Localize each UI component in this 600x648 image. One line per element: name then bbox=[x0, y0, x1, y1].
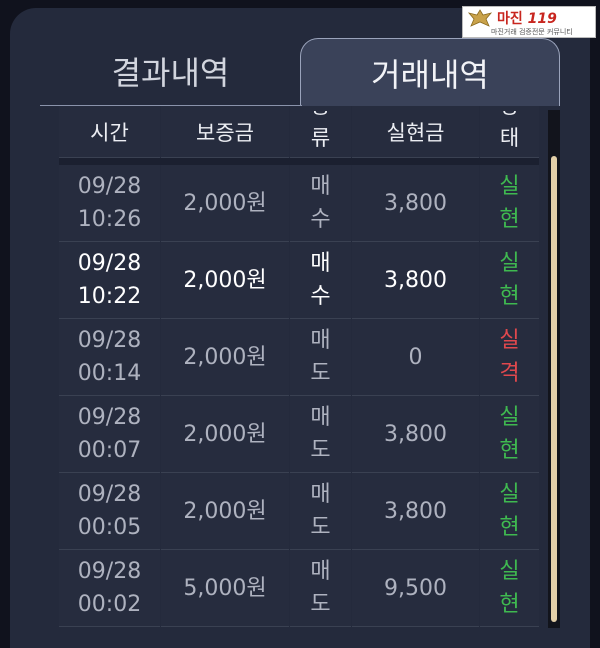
cell-realized-price: 3,800 bbox=[352, 473, 479, 550]
cell-datetime: 09/28 10:26 bbox=[59, 165, 160, 242]
cell-datetime: 09/28 00:07 bbox=[59, 396, 160, 473]
logo-title: 마진 119 bbox=[497, 11, 557, 27]
table-row[interactable]: 09/28 00:02 5,000원 매도 9,500 실현 bbox=[59, 550, 539, 627]
cell-type: 매수 bbox=[290, 165, 351, 242]
cell-realized-price: 3,800 bbox=[352, 165, 479, 242]
status-badge: 실격 bbox=[480, 319, 539, 396]
table-row[interactable]: 09/28 00:14 2,000원 매도 0 실격 bbox=[59, 319, 539, 396]
logo-subtitle: 마진거래 검증전문 커뮤니티 bbox=[491, 28, 573, 36]
cell-type: 매수 bbox=[290, 242, 351, 319]
trade-history-table: 시간 보증금 종 류 실현금 상 태 09/2810:26 2,000원 매수 … bbox=[59, 106, 539, 636]
cell-datetime: 09/28 00:02 bbox=[59, 550, 160, 627]
cell-realized-price: 0 bbox=[352, 319, 479, 396]
cell-realized-price: 3,800 bbox=[352, 396, 479, 473]
cell-deposit: 2,000원 bbox=[161, 242, 289, 319]
cell-deposit: 2,000원 bbox=[161, 473, 289, 550]
cell-deposit: 2,000원 bbox=[161, 319, 289, 396]
cell-deposit: 2,000원 bbox=[161, 396, 289, 473]
table-row[interactable]: 09/28 10:26 2,000원 매수 3,800 실현 bbox=[59, 165, 539, 242]
header-realized-price: 실현금 bbox=[352, 106, 479, 158]
tab-result-history[interactable]: 결과내역 bbox=[48, 40, 293, 102]
header-deposit: 보증금 bbox=[161, 106, 289, 158]
header-status: 상 태 bbox=[480, 106, 539, 158]
scrollbar-thumb[interactable] bbox=[551, 156, 557, 622]
cell-datetime: 09/28 00:14 bbox=[59, 319, 160, 396]
header-type: 종 류 bbox=[290, 106, 351, 158]
status-badge: 실현 bbox=[480, 550, 539, 627]
cell-type: 매도 bbox=[290, 550, 351, 627]
cell-datetime: 09/28 00:05 bbox=[59, 473, 160, 550]
cell-type: 매도 bbox=[290, 396, 351, 473]
eagle-emblem-icon bbox=[467, 9, 493, 27]
cell-type: 매도 bbox=[290, 319, 351, 396]
cell-deposit: 2,000원 bbox=[161, 165, 289, 242]
cell-realized-price: 9,500 bbox=[352, 550, 479, 627]
cell-datetime: 09/28 10:22 bbox=[59, 242, 160, 319]
cell-type: 매도 bbox=[290, 473, 351, 550]
table-row[interactable]: 09/28 10:22 2,000원 매수 3,800 실현 bbox=[59, 242, 539, 319]
tab-trade-history[interactable]: 거래내역 bbox=[300, 38, 560, 106]
header-separator bbox=[59, 158, 539, 165]
header-time: 시간 bbox=[59, 106, 160, 158]
status-badge: 실현 bbox=[480, 165, 539, 242]
status-badge: 실현 bbox=[480, 396, 539, 473]
status-badge: 실현 bbox=[480, 473, 539, 550]
cell-deposit: 5,000원 bbox=[161, 550, 289, 627]
cell-realized-price: 3,800 bbox=[352, 242, 479, 319]
table-row[interactable]: 09/28 00:07 2,000원 매도 3,800 실현 bbox=[59, 396, 539, 473]
table-row[interactable]: 09/28 00:05 2,000원 매도 3,800 실현 bbox=[59, 473, 539, 550]
watermark-logo: 마진 119 마진거래 검증전문 커뮤니티 bbox=[462, 6, 596, 38]
status-badge: 실현 bbox=[480, 242, 539, 319]
